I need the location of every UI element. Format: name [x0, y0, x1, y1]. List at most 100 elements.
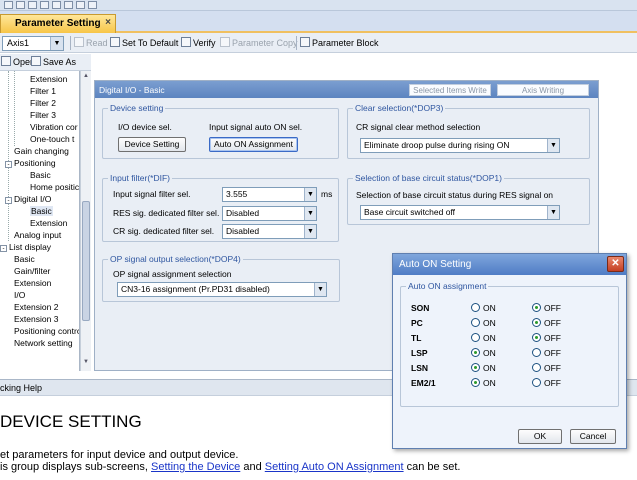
tree-item[interactable]: Extension	[30, 217, 67, 229]
quick-icon[interactable]	[16, 1, 25, 9]
chevron-down-icon[interactable]: ▼	[50, 37, 63, 50]
tree-item[interactable]: Home positic	[30, 181, 79, 193]
quick-icon[interactable]	[4, 1, 13, 9]
tree-item[interactable]: I/O	[14, 289, 25, 301]
tree-item-label: I/O	[14, 290, 26, 300]
input-filter-select[interactable]: 3.555 ▼	[222, 187, 317, 202]
scroll-thumb[interactable]	[82, 201, 90, 321]
tree-scrollbar[interactable]: ▲ ▼	[80, 71, 91, 371]
open-button[interactable]: Open	[1, 56, 35, 69]
tl-on-radio[interactable]: ON	[471, 333, 496, 343]
setting-auto-on-link[interactable]: Setting Auto ON Assignment	[265, 461, 404, 473]
scroll-down-icon[interactable]: ▼	[82, 359, 90, 367]
chevron-down-icon[interactable]: ▼	[304, 207, 316, 220]
tree-item-label: Network setting	[14, 338, 73, 348]
close-icon[interactable]: ×	[105, 17, 111, 28]
collapse-icon[interactable]: -	[0, 245, 7, 252]
em2-off-radio[interactable]: OFF	[532, 378, 561, 388]
cr-clear-select[interactable]: Eliminate droop pulse during rising ON ▼	[360, 138, 560, 153]
tree-item[interactable]: Basic	[14, 253, 35, 265]
auto-on-assignment-group: Auto ON assignment SON ON OFF PC ON OFF …	[400, 281, 619, 407]
tree-item-positioning[interactable]: - Positioning	[5, 157, 56, 169]
device-setting-button[interactable]: Device Setting	[118, 137, 186, 152]
cr-filter-label: CR sig. dedicated filter sel.	[113, 226, 215, 236]
scroll-up-icon[interactable]: ▲	[82, 73, 90, 81]
pc-on-radio[interactable]: ON	[471, 318, 496, 328]
radio-icon	[532, 318, 541, 327]
tl-off-radio[interactable]: OFF	[532, 333, 561, 343]
quick-icon[interactable]	[64, 1, 73, 9]
signal-label: LSP	[411, 348, 428, 358]
tree-item[interactable]: Gain changing	[14, 145, 69, 157]
tab-parameter-setting[interactable]: Parameter Setting ×	[0, 14, 116, 33]
help-paragraph: is group displays sub-screens, Setting t…	[0, 461, 460, 473]
signal-label: PC	[411, 318, 423, 328]
radio-icon	[532, 333, 541, 342]
verify-button[interactable]: Verify	[181, 37, 216, 50]
quick-icon[interactable]	[40, 1, 49, 9]
chevron-down-icon[interactable]: ▼	[304, 188, 316, 201]
selected-items-write-button[interactable]: Selected Items Write	[409, 84, 491, 96]
son-off-radio[interactable]: OFF	[532, 303, 561, 313]
tree-item[interactable]: Extension	[30, 73, 67, 85]
save-as-button[interactable]: Save As	[31, 56, 76, 69]
setting-device-link[interactable]: Setting the Device	[151, 461, 240, 473]
ok-button[interactable]: OK	[518, 429, 562, 444]
group-title: OP signal output selection(*DOP4)	[108, 254, 243, 264]
radio-icon	[471, 303, 480, 312]
chevron-down-icon[interactable]: ▼	[304, 225, 316, 238]
tree-item-label: Filter 3	[30, 110, 56, 120]
tree-item[interactable]: Extension 2	[14, 301, 58, 313]
chevron-down-icon[interactable]: ▼	[547, 206, 559, 219]
chevron-down-icon[interactable]: ▼	[314, 283, 326, 296]
tree-connector	[14, 71, 15, 146]
res-filter-select[interactable]: Disabled ▼	[222, 206, 317, 221]
chevron-down-icon[interactable]: ▼	[547, 139, 559, 152]
quick-icon[interactable]	[76, 1, 85, 9]
lsp-on-radio[interactable]: ON	[471, 348, 496, 358]
close-icon[interactable]: ✕	[607, 256, 624, 272]
tree-item[interactable]: Filter 3	[30, 109, 56, 121]
quick-icon[interactable]	[28, 1, 37, 9]
signal-label: SON	[411, 303, 430, 313]
tree-item[interactable]: One-touch t	[30, 133, 74, 145]
tree-item-label: Vibration cor	[30, 122, 78, 132]
tree-item[interactable]: Network setting	[14, 337, 73, 349]
parameter-copy-button[interactable]: Parameter Copy	[220, 37, 298, 50]
verify-label: Verify	[193, 38, 216, 48]
axis-writing-button[interactable]: Axis Writing	[497, 84, 589, 96]
tree-item[interactable]: Filter 2	[30, 97, 56, 109]
cr-filter-select[interactable]: Disabled ▼	[222, 224, 317, 239]
read-button[interactable]: Read	[74, 37, 108, 50]
pc-off-radio[interactable]: OFF	[532, 318, 561, 328]
tree-item[interactable]: Analog input	[14, 229, 61, 241]
tree-item-digital-io[interactable]: - Digital I/O	[5, 193, 51, 205]
tree-item[interactable]: Extension 3	[14, 313, 58, 325]
auto-on-assignment-button[interactable]: Auto ON Assignment	[209, 137, 298, 152]
lsn-on-radio[interactable]: ON	[471, 363, 496, 373]
base-circuit-select[interactable]: Base circuit switched off ▼	[360, 205, 560, 220]
set-to-default-button[interactable]: Set To Default	[110, 37, 178, 50]
tree-item[interactable]: Positioning contro	[14, 325, 79, 337]
axis-select[interactable]: Axis1 ▼	[2, 36, 64, 51]
tree-item-list-display[interactable]: - List display	[0, 241, 51, 253]
tree-item-basic-selected[interactable]: Basic	[30, 205, 53, 217]
son-on-radio[interactable]: ON	[471, 303, 496, 313]
quick-icon[interactable]	[88, 1, 97, 9]
tree-item[interactable]: Gain/filter	[14, 265, 50, 277]
collapse-icon[interactable]: -	[5, 161, 12, 168]
collapse-icon[interactable]: -	[5, 197, 12, 204]
tree-item[interactable]: Basic	[30, 169, 51, 181]
tree-item[interactable]: Extension	[14, 277, 51, 289]
lsp-off-radio[interactable]: OFF	[532, 348, 561, 358]
lsn-off-radio[interactable]: OFF	[532, 363, 561, 373]
cancel-button[interactable]: Cancel	[570, 429, 616, 444]
tree-item[interactable]: Vibration cor	[30, 121, 78, 133]
tree-item-label: Digital I/O	[14, 194, 52, 204]
tree-item[interactable]: Filter 1	[30, 85, 56, 97]
quick-icon[interactable]	[52, 1, 61, 9]
parameter-block-button[interactable]: Parameter Block	[300, 37, 379, 50]
radio-icon	[532, 363, 541, 372]
em2-on-radio[interactable]: ON	[471, 378, 496, 388]
op-signal-select[interactable]: CN3-16 assignment (Pr.PD31 disabled) ▼	[117, 282, 327, 297]
